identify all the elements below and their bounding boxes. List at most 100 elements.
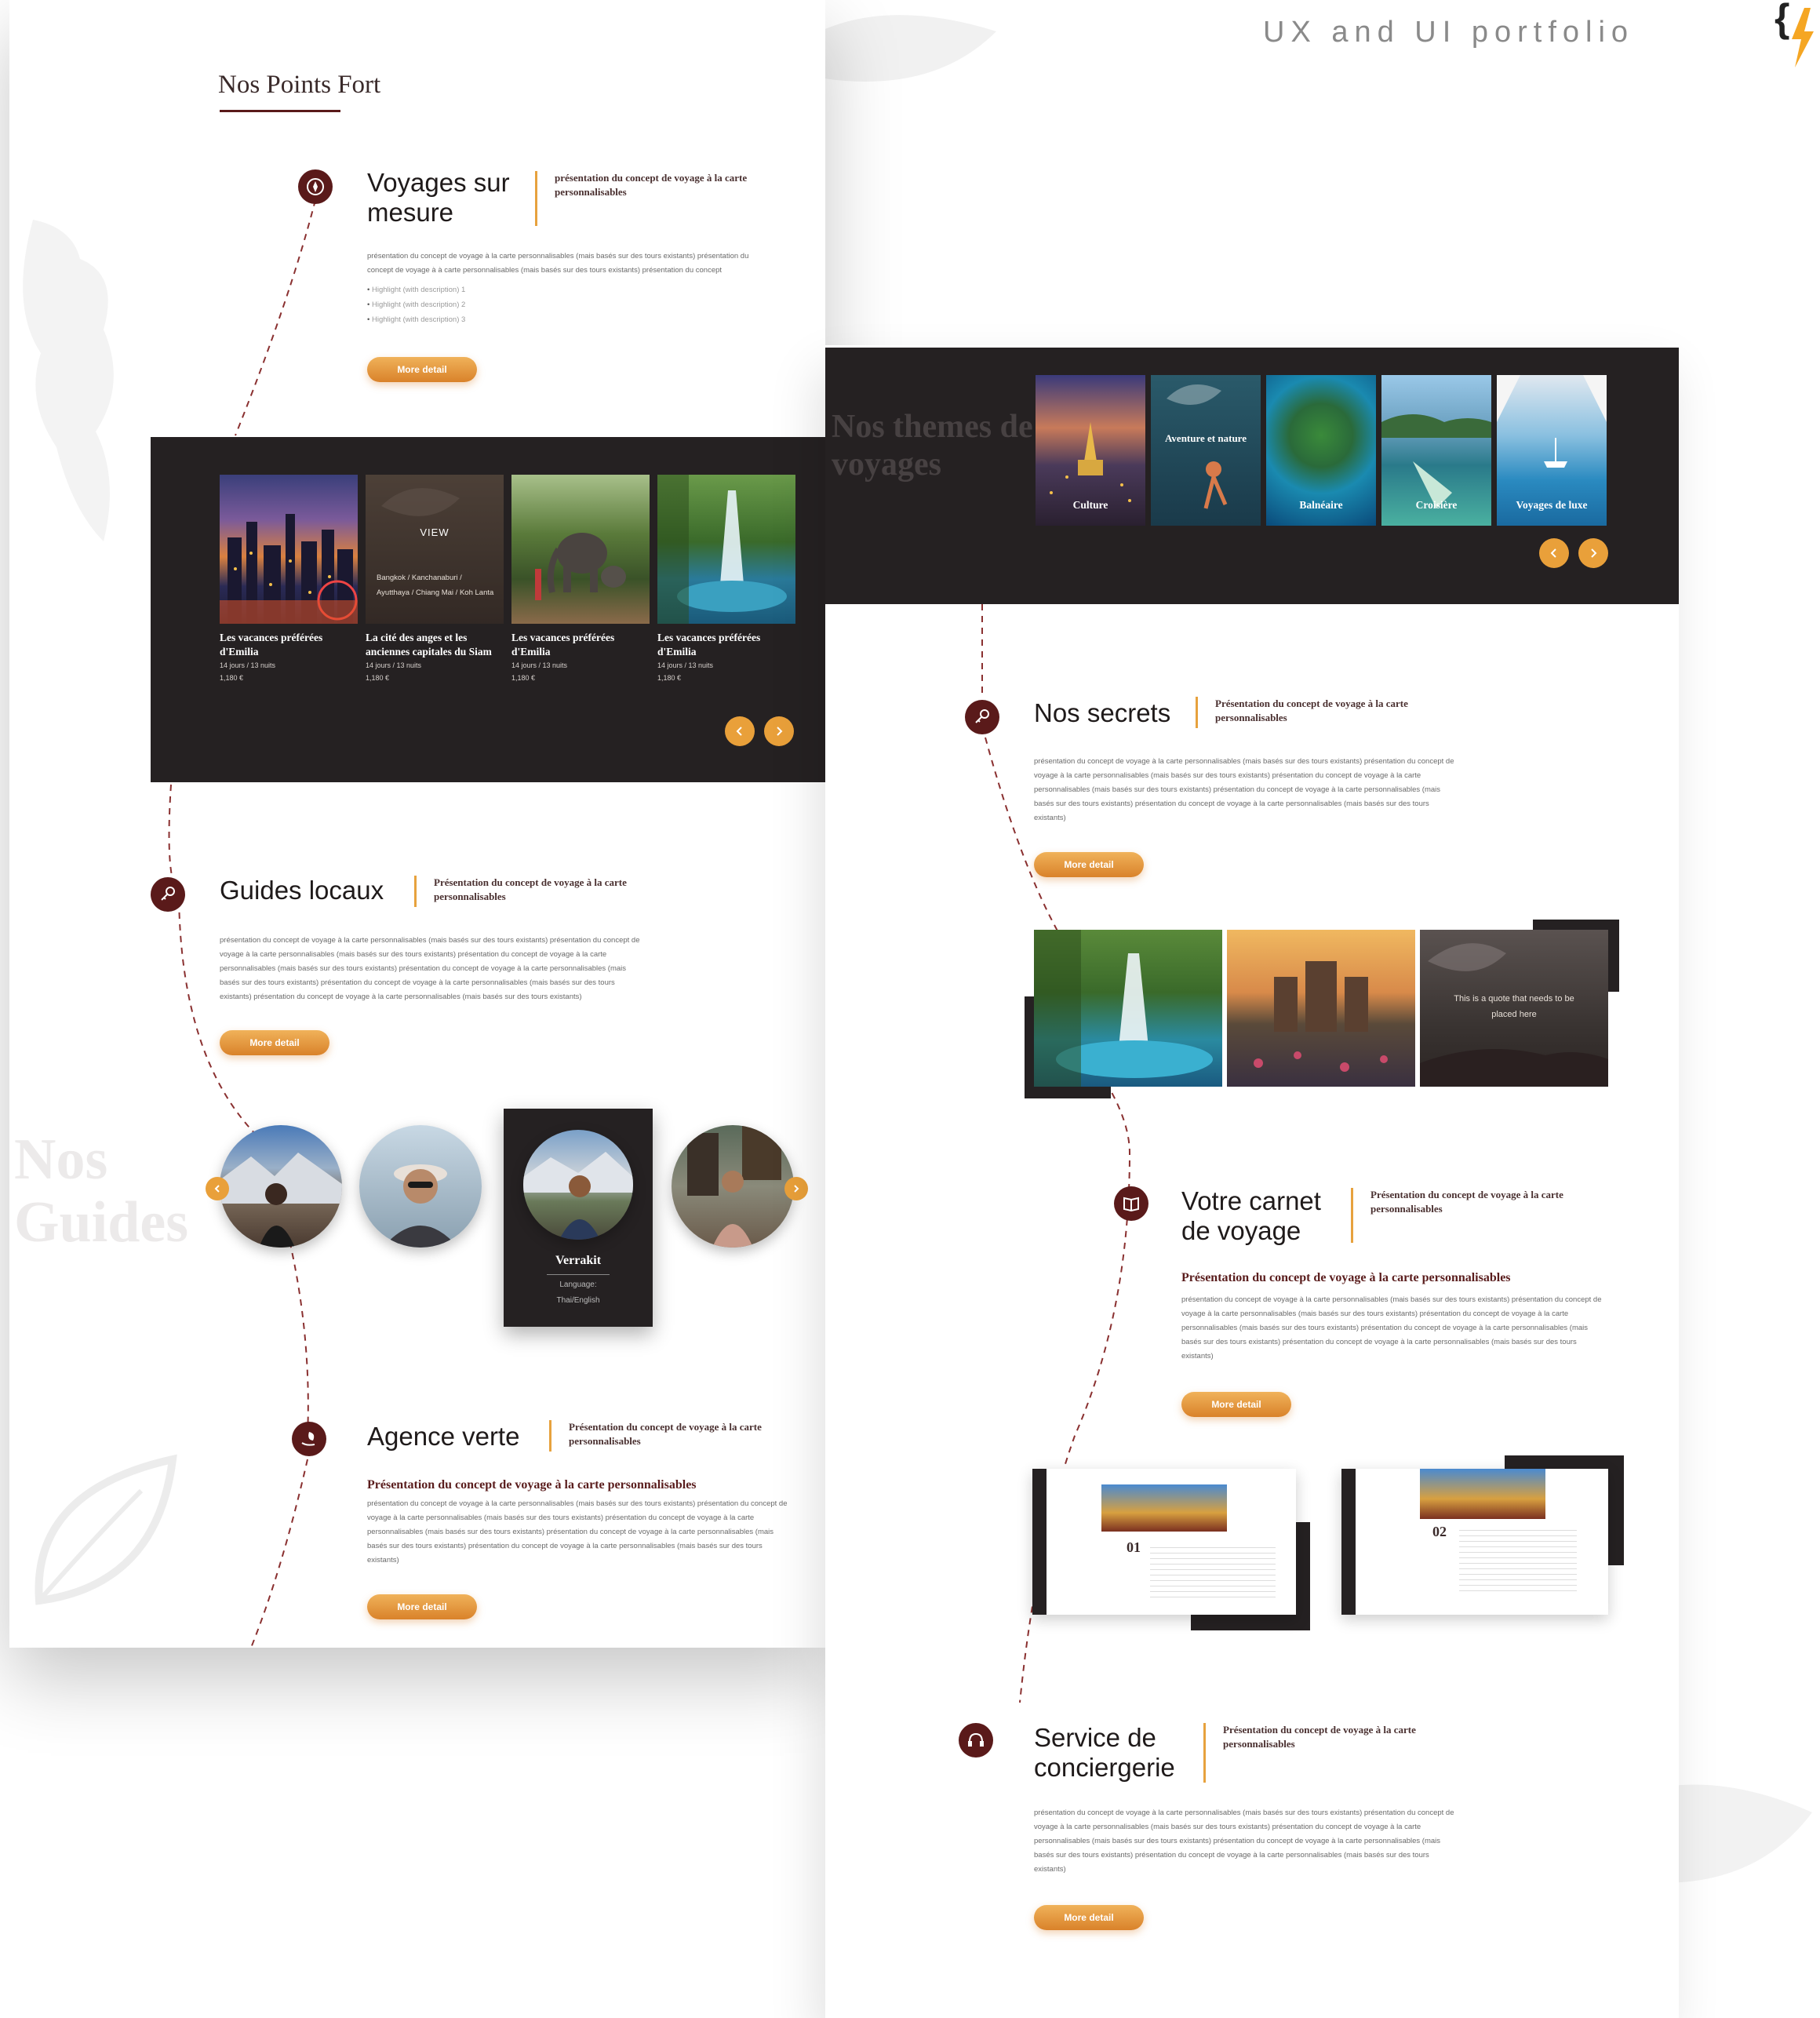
gallery-image[interactable] [1227, 930, 1415, 1087]
book-spine [1341, 1469, 1356, 1615]
guides-prev-button[interactable] [206, 1177, 229, 1200]
theme-label: Croisière [1415, 499, 1458, 511]
voyages-bullets: Highlight (with description) 1 Highlight… [367, 282, 465, 327]
book-page-number: 02 [1432, 1524, 1447, 1539]
guide-avatar[interactable] [220, 1125, 342, 1248]
carnet-subtitle: Présentation du concept de voyage à la c… [1351, 1188, 1618, 1243]
tour-price: 1,180 € [657, 674, 682, 682]
featured-guide-name: Verrakit [555, 1254, 602, 1267]
theme-label: Aventure et nature [1165, 432, 1247, 444]
portfolio-label: UX and UI portfolio [1263, 16, 1635, 49]
guides-subtitle: Présentation du concept de voyage à la c… [414, 876, 681, 907]
tours-next-button[interactable] [764, 716, 794, 746]
agence-body: présentation du concept de voyage à la c… [367, 1499, 788, 1564]
secrets-body: présentation du concept de voyage à la c… [1034, 757, 1454, 822]
tour-image[interactable] [511, 475, 650, 624]
voyages-subtitle: présentation du concept de voyage à la c… [535, 171, 794, 226]
carnet-more-detail-button[interactable]: More detail [1181, 1392, 1291, 1417]
leaf-hand-icon [292, 1422, 326, 1456]
svg-text:{: { [1774, 0, 1789, 40]
chevron-left-icon [736, 727, 742, 736]
tour-image[interactable]: VIEW Bangkok / Kanchanaburi / Ayutthaya … [366, 475, 504, 624]
conciergerie-more-detail-button[interactable]: More detail [1034, 1905, 1144, 1930]
voyages-body: présentation du concept de voyage à la c… [367, 252, 749, 275]
guide-avatar[interactable] [359, 1125, 482, 1248]
guides-more-detail-button[interactable]: More detail [220, 1030, 329, 1055]
tour-duration: 14 jours / 13 nuits [657, 661, 714, 669]
voyages-more-detail-button[interactable]: More detail [367, 357, 477, 382]
tour-title: Les vacances préférées d'Emilia [511, 632, 615, 657]
tour-image[interactable] [657, 475, 795, 624]
conciergerie-title: Service de conciergerie [1034, 1723, 1175, 1782]
tour-duration: 14 jours / 13 nuits [220, 661, 276, 669]
chevron-left-icon [214, 1185, 220, 1193]
carnet-title: Votre carnet de voyage [1181, 1186, 1321, 1245]
tour-price: 1,180 € [366, 674, 390, 682]
tour-card[interactable]: La cité des anges et les anciennes capit… [366, 631, 504, 684]
guides-next-button[interactable] [784, 1177, 808, 1200]
headset-icon [959, 1723, 993, 1758]
key-icon [151, 877, 185, 912]
book-text-lines [1150, 1547, 1276, 1602]
tour-title: La cité des anges et les anciennes capit… [366, 632, 492, 657]
guide-avatar[interactable] [672, 1125, 794, 1248]
agence-bold-line: Présentation du concept de voyage à la c… [367, 1478, 697, 1492]
tour-overlay-cities: Bangkok / Kanchanaburi / Ayutthaya / Chi… [377, 574, 494, 597]
page: UX and UI portfolio { Nos Points Fort Vo… [0, 0, 1820, 2018]
secrets-title: Nos secrets [1034, 698, 1171, 727]
book-page-mockup[interactable]: 02 [1341, 1469, 1608, 1615]
theme-card[interactable]: Croisière [1381, 375, 1491, 526]
theme-card[interactable]: Culture [1036, 375, 1145, 526]
chevron-left-icon [1550, 548, 1556, 558]
tour-price: 1,180 € [511, 674, 536, 682]
chevron-right-icon [794, 1185, 799, 1193]
tours-prev-button[interactable] [725, 716, 755, 746]
tour-price: 1,180 € [220, 674, 244, 682]
theme-card[interactable]: Aventure et nature [1151, 375, 1261, 526]
theme-card[interactable]: Voyages de luxe [1497, 375, 1607, 526]
secrets-more-detail-button[interactable]: More detail [1034, 852, 1144, 877]
bullet-item: Highlight (with description) 1 [367, 282, 465, 297]
theme-label: Culture [1072, 499, 1108, 511]
guide-divider [547, 1274, 610, 1275]
key-icon [965, 700, 999, 734]
themes-next-button[interactable] [1578, 538, 1608, 568]
tour-image[interactable] [220, 475, 358, 624]
bullet-item: Highlight (with description) 3 [367, 312, 465, 327]
theme-label: Balnéaire [1299, 499, 1343, 511]
conciergerie-subtitle: Présentation du concept de voyage à la c… [1203, 1723, 1470, 1783]
guide-avatar[interactable] [523, 1130, 633, 1240]
tour-duration: 14 jours / 13 nuits [511, 661, 568, 669]
theme-card[interactable]: Balnéaire [1266, 375, 1376, 526]
tour-duration: 14 jours / 13 nuits [366, 661, 422, 669]
agence-more-detail-button[interactable]: More detail [367, 1594, 477, 1619]
tour-overlay-view: VIEW [420, 526, 450, 538]
compass-icon [298, 169, 333, 204]
tour-card[interactable]: Les vacances préférées d'Emilia 14 jours… [511, 631, 650, 684]
conciergerie-body: présentation du concept de voyage à la c… [1034, 1809, 1454, 1874]
nos-guides-watermark: Nos Guides [14, 1127, 189, 1255]
secrets-subtitle: Présentation du concept de voyage à la c… [1196, 697, 1462, 728]
tour-title: Les vacances préférées d'Emilia [220, 632, 323, 657]
voyages-title: Voyages sur mesure [367, 168, 510, 227]
book-icon [1114, 1186, 1148, 1221]
guide-language: Thai/English [556, 1296, 600, 1305]
bullet-item: Highlight (with description) 2 [367, 297, 465, 312]
guides-body: présentation du concept de voyage à la c… [220, 936, 640, 1001]
carnet-body: présentation du concept de voyage à la c… [1181, 1295, 1602, 1361]
book-page-mockup[interactable]: 01 [1032, 1469, 1296, 1615]
book-text-lines [1459, 1530, 1577, 1593]
agence-subtitle: Présentation du concept de voyage à la c… [549, 1420, 808, 1452]
guide-language-label: Language: [559, 1280, 597, 1289]
tour-title: Les vacances préférées d'Emilia [657, 632, 761, 657]
quote-card: This is a quote that needs to be placed … [1420, 930, 1608, 1087]
logo-icon: { [1774, 0, 1814, 67]
tour-card[interactable]: Les vacances préférées d'Emilia 14 jours… [657, 631, 795, 684]
themes-prev-button[interactable] [1539, 538, 1569, 568]
book-photo [1101, 1484, 1227, 1532]
book-photo [1420, 1469, 1545, 1519]
gallery-image[interactable] [1034, 930, 1222, 1087]
tour-card[interactable]: Les vacances préférées d'Emilia 14 jours… [220, 631, 358, 684]
theme-label: Voyages de luxe [1516, 499, 1588, 511]
chevron-right-icon [777, 727, 783, 736]
